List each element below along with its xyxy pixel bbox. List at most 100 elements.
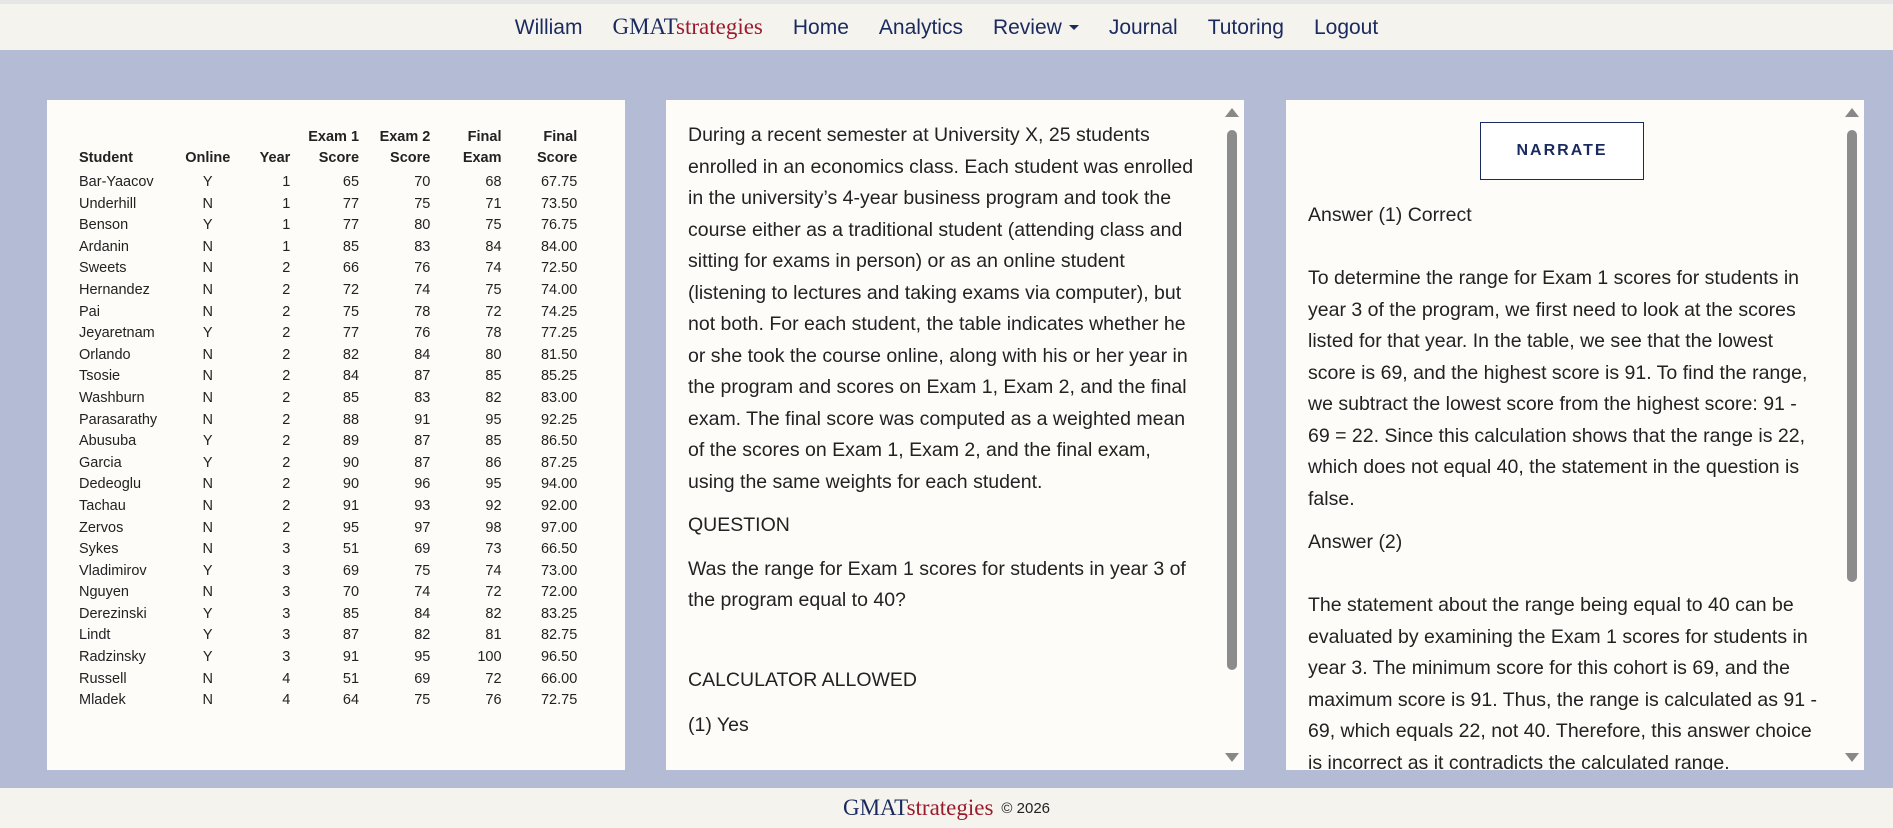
table-cell: 65: [342, 174, 360, 190]
table-cell: 85: [342, 238, 360, 255]
table-cell: 86.50: [540, 433, 578, 450]
table-cell: 67.75: [540, 174, 578, 190]
footer-brand-logo[interactable]: GMATstrategies: [843, 795, 993, 821]
question-scroll-thumb[interactable]: [1227, 130, 1237, 670]
table-cell: Radzinsky: [79, 649, 146, 666]
table-cell-spacer: [579, 690, 625, 712]
nav-journal[interactable]: Journal: [1109, 17, 1178, 38]
table-row: Underhill N 1 77 75 71 73.50: [77, 194, 625, 216]
table-cell: 91: [342, 497, 360, 514]
table-cell: 81: [485, 627, 502, 644]
scroll-down-arrow-icon[interactable]: [1225, 753, 1239, 762]
table-cell: 94.00: [540, 476, 578, 493]
nav-review-dropdown[interactable]: Review: [993, 17, 1079, 38]
table-cell: 86: [485, 454, 502, 471]
table-cell: 3: [282, 627, 291, 644]
table-cell: 85: [342, 605, 360, 622]
table-cell: 1: [282, 174, 291, 190]
table-cell-spacer: [579, 625, 625, 647]
header-spacer: [579, 127, 625, 172]
nav-tutoring[interactable]: Tutoring: [1208, 17, 1284, 38]
table-row: Abusuba Y 2 89 87 85 86.50: [77, 431, 625, 453]
table-cell: Russell: [79, 670, 127, 687]
table-cell: 69: [414, 541, 431, 558]
table-cell: 74: [485, 260, 502, 277]
calculator-note: CALCULATOR ALLOWED: [688, 668, 918, 691]
table-cell: 3: [282, 605, 291, 622]
table-cell: 95: [342, 519, 360, 536]
table-cell: Benson: [79, 217, 129, 234]
table-row: Sykes N 3 51 69 73 66.50: [77, 539, 625, 561]
table-cell: Bar-Yaacov: [79, 174, 154, 190]
table-row: Sweets N 2 66 76 74 72.50: [77, 258, 625, 280]
table-cell-spacer: [579, 582, 625, 604]
table-cell: Abusuba: [79, 433, 137, 450]
table-cell: 84.00: [540, 238, 578, 255]
table-cell: 66.50: [540, 541, 578, 558]
table-cell: 1: [282, 217, 291, 234]
table-cell: Nguyen: [79, 584, 129, 601]
brand-logo[interactable]: GMATstrategies: [612, 14, 762, 40]
header-final-score-line2: Score: [536, 150, 578, 166]
table-cell: 87: [414, 433, 431, 450]
table-cell: 91: [414, 411, 431, 428]
table-cell: 85: [485, 433, 502, 450]
table-cell: 75: [342, 303, 360, 320]
nav-analytics[interactable]: Analytics: [879, 17, 963, 38]
header-exam1: Exam 1 Score: [292, 127, 361, 172]
nav-user-name[interactable]: William: [515, 17, 583, 38]
table-cell: 74.00: [540, 281, 578, 298]
table-cell: 2: [282, 260, 291, 277]
table-cell: 97.00: [540, 519, 578, 536]
scroll-down-arrow-icon[interactable]: [1845, 753, 1859, 762]
table-cell: 74: [414, 584, 431, 601]
table-cell: 95: [485, 476, 502, 493]
table-cell-spacer: [579, 345, 625, 367]
answer-1-heading: Answer (1) Correct: [1308, 204, 1472, 226]
table-cell: Sykes: [79, 541, 119, 558]
table-cell: 88: [342, 411, 360, 428]
table-cell: 66.00: [540, 670, 578, 687]
table-cell-spacer: [579, 561, 625, 583]
table-cell: Tsosie: [79, 368, 121, 385]
table-row: Vladimirov Y 3 69 75 74 73.00: [77, 561, 625, 583]
nav-logout[interactable]: Logout: [1314, 17, 1378, 38]
header-online: Online: [185, 150, 231, 166]
table-cell: 91: [342, 649, 360, 666]
table-cell: 76: [485, 692, 502, 709]
answer-scrollbar[interactable]: [1844, 104, 1860, 766]
scroll-up-arrow-icon[interactable]: [1845, 108, 1859, 117]
table-cell: 2: [282, 389, 291, 406]
table-cell: N: [202, 476, 213, 493]
header-year: Year: [259, 150, 291, 166]
table-cell: Underhill: [79, 195, 137, 212]
question-scrollbar[interactable]: [1224, 104, 1240, 766]
table-cell: 1: [282, 195, 291, 212]
table-cell: N: [202, 497, 213, 514]
table-cell: 74: [414, 281, 431, 298]
table-cell: 77.25: [540, 325, 578, 342]
answer-scroll-thumb[interactable]: [1847, 130, 1857, 582]
table-cell: N: [202, 519, 213, 536]
table-cell: N: [202, 670, 213, 687]
nav-home[interactable]: Home: [793, 17, 849, 38]
table-cell: 80: [485, 346, 502, 363]
table-cell: 75: [414, 195, 431, 212]
footer: GMATstrategies © 2026: [0, 788, 1893, 828]
table-cell: 92.25: [540, 411, 578, 428]
table-cell: N: [202, 238, 213, 255]
table-row: Radzinsky Y 3 91 95 100 96.50: [77, 647, 625, 669]
scroll-up-arrow-icon[interactable]: [1225, 108, 1239, 117]
table-cell: 75: [414, 562, 431, 579]
answer-choice-1[interactable]: (1) Yes: [688, 710, 1198, 742]
table-cell-spacer: [579, 474, 625, 496]
table-cell-spacer: [579, 518, 625, 540]
table-cell: Orlando: [79, 346, 131, 363]
table-cell: 82: [485, 605, 502, 622]
table-cell: 87: [414, 368, 431, 385]
table-cell: N: [202, 346, 213, 363]
narrate-button[interactable]: NARRATE: [1480, 122, 1644, 180]
table-cell: 77: [342, 325, 360, 342]
table-cell: 89: [342, 433, 360, 450]
table-cell: 82: [485, 389, 502, 406]
